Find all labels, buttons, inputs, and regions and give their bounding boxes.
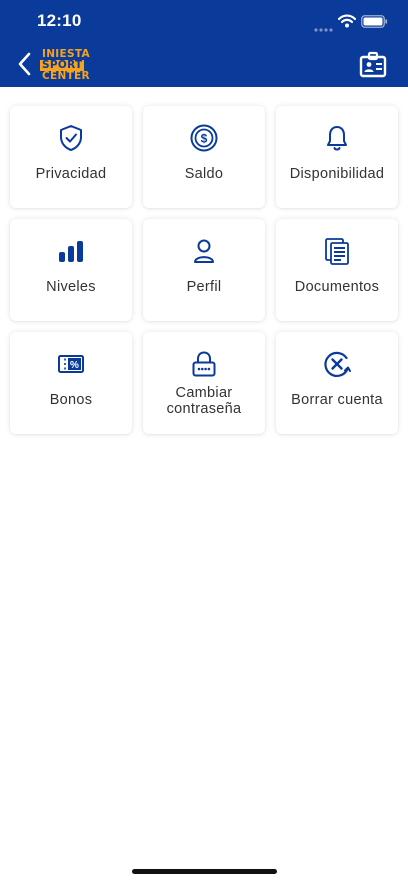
menu-item-label: Saldo	[184, 166, 224, 182]
menu-item-borrar-cuenta[interactable]: Borrar cuenta	[276, 332, 398, 434]
svg-text:%: %	[70, 360, 79, 371]
bar-chart-icon	[56, 236, 86, 266]
user-icon	[189, 236, 219, 266]
menu-item-label: Bonos	[49, 392, 93, 408]
menu-item-bonos[interactable]: % Bonos	[10, 332, 132, 434]
status-bar: 12:10	[0, 0, 408, 44]
chevron-left-icon	[18, 52, 31, 76]
menu-item-perfil[interactable]: Perfil	[143, 219, 265, 321]
menu-item-label: Documentos	[294, 279, 380, 295]
id-card-icon	[359, 51, 387, 78]
dollar-coin-icon: $	[189, 123, 219, 153]
menu-item-saldo[interactable]: $ Saldo	[143, 106, 265, 208]
menu-item-niveles[interactable]: Niveles	[10, 219, 132, 321]
app-logo: INIESTA SPORT CENTER	[40, 46, 104, 84]
menu-item-label: Niveles	[46, 279, 96, 295]
menu-item-privacidad[interactable]: Privacidad	[10, 106, 132, 208]
menu-item-disponibilidad[interactable]: Disponibilidad	[276, 106, 398, 208]
ticket-percent-icon: %	[56, 349, 86, 379]
lock-icon	[189, 349, 219, 379]
logo-line-2: SPORT	[40, 58, 85, 71]
logo-line-3: CENTER	[42, 69, 90, 82]
signal-icon	[314, 20, 333, 38]
menu-item-documentos[interactable]: Documentos	[276, 219, 398, 321]
wifi-icon	[337, 14, 357, 33]
menu-item-label: Cambiar contraseña	[166, 385, 242, 417]
menu-grid: Privacidad $ Saldo Disponibilidad Nivele…	[10, 106, 398, 434]
menu-item-label: Perfil	[186, 279, 222, 295]
logo-line-1: INIESTA	[42, 47, 90, 60]
documents-icon	[322, 236, 352, 266]
id-card-button[interactable]	[358, 51, 388, 79]
bell-icon	[322, 123, 352, 153]
home-indicator[interactable]	[132, 869, 277, 874]
app-header: 12:10 INIESTA SPORT CENTER	[0, 0, 408, 87]
status-time: 12:10	[37, 11, 82, 30]
shield-check-icon	[56, 123, 86, 153]
battery-icon	[361, 15, 388, 33]
menu-item-cambiar-contrasena[interactable]: Cambiar contraseña	[143, 332, 265, 434]
back-button[interactable]	[14, 50, 36, 78]
menu-item-label: Borrar cuenta	[291, 392, 383, 408]
menu-item-label: Disponibilidad	[289, 166, 385, 182]
delete-account-icon	[322, 349, 352, 379]
menu-item-label: Privacidad	[35, 166, 107, 182]
svg-text:$: $	[201, 132, 208, 146]
